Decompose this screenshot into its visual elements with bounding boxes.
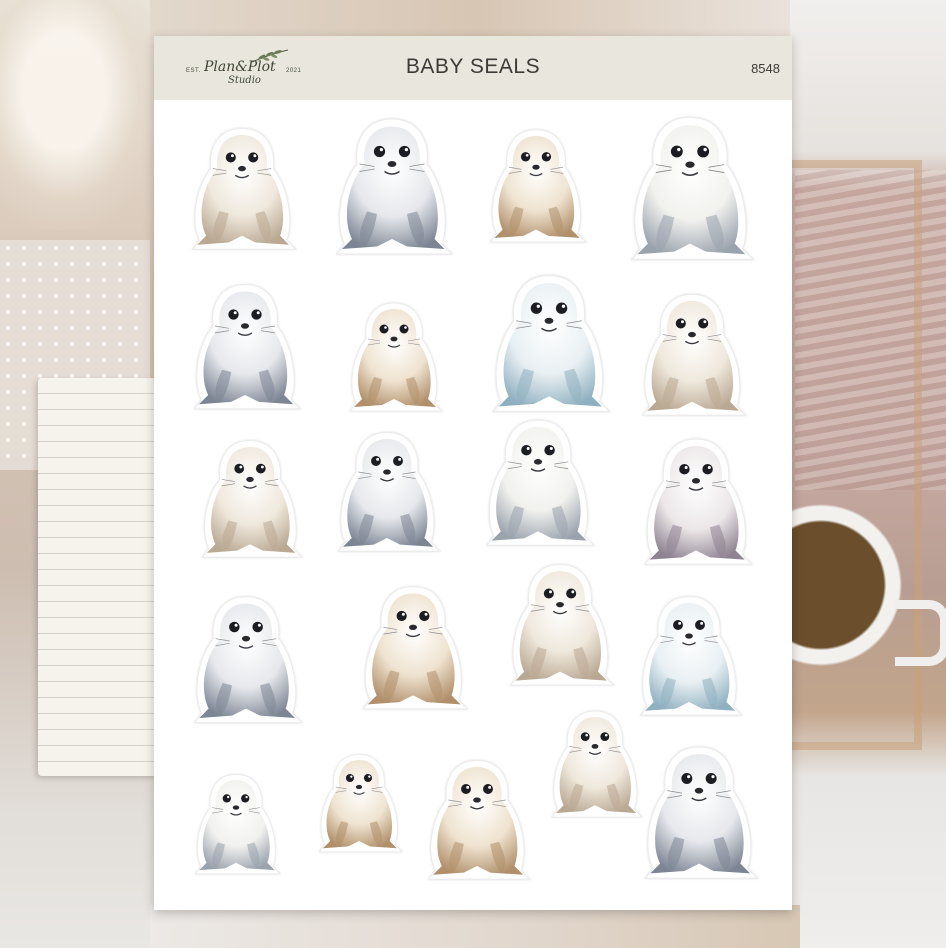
seal-sticker-7 — [486, 264, 612, 428]
brand-year: 2021 — [286, 68, 302, 74]
brand-name: Plan&Plot — [204, 59, 276, 75]
seal-sticker-16 — [626, 592, 752, 724]
seal-sticker-20 — [546, 704, 644, 828]
seal-sticker-6 — [344, 274, 444, 444]
seal-sticker-14 — [350, 582, 476, 718]
sheet-header: EST. Plan&Plot 2021 Studio BABY SEALS 85… — [154, 36, 792, 100]
seal-sticker-19 — [420, 756, 534, 888]
seal-sticker-21 — [638, 742, 760, 888]
tea-cup-handle — [895, 600, 946, 666]
background-bottom — [150, 905, 800, 948]
sheet-code: 8548 — [751, 61, 780, 76]
seal-sticker-18 — [314, 740, 404, 870]
seal-sticker-15 — [504, 560, 616, 694]
background-top — [150, 0, 800, 40]
seal-sticker-2 — [322, 114, 462, 264]
notebook — [38, 378, 158, 776]
seal-sticker-11 — [480, 412, 596, 558]
sticker-sheet: EST. Plan&Plot 2021 Studio BABY SEALS 85… — [154, 36, 792, 910]
seal-sticker-3 — [484, 108, 588, 268]
brand-sub: Studio — [228, 75, 261, 86]
dried-grass-decoration — [0, 0, 160, 230]
seal-sticker-17 — [190, 764, 282, 888]
sheet-title: BABY SEALS — [405, 55, 541, 78]
seal-sticker-8 — [636, 284, 748, 430]
brand-logo: EST. Plan&Plot 2021 Studio — [186, 48, 306, 90]
seal-sticker-5 — [182, 280, 308, 418]
seal-sticker-12 — [638, 434, 754, 574]
seal-sticker-1 — [186, 116, 298, 266]
seal-sticker-10 — [326, 428, 448, 560]
seal-sticker-4 — [624, 112, 756, 270]
seal-sticker-13 — [184, 592, 308, 732]
seal-sticker-9 — [196, 426, 304, 576]
brand-est: EST. — [186, 68, 201, 74]
